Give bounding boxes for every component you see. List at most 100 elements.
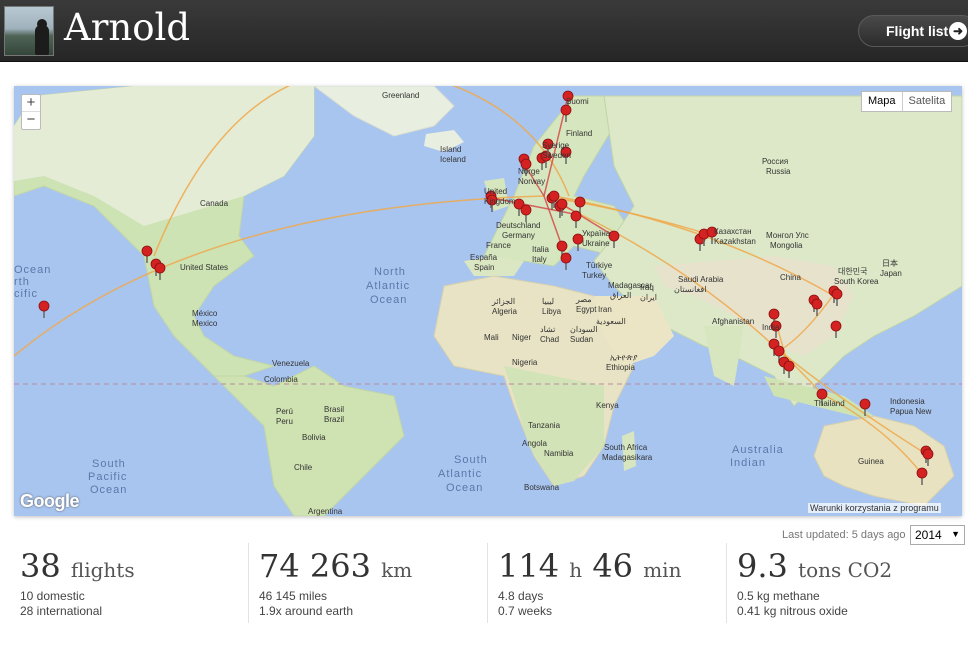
map-label: France	[486, 241, 511, 250]
arrow-right-icon: ➜	[949, 22, 967, 40]
distance-around-earth: 1.9x around earth	[259, 604, 354, 618]
co2-value: 9.3	[737, 547, 788, 585]
map-label: Colombia	[264, 375, 298, 384]
flight-list-button[interactable]: Flight list ➜	[858, 15, 968, 47]
map-label: ليبيا	[542, 297, 554, 306]
flight-map[interactable]: Greenland Island Iceland Suomi Finland Sverig…	[14, 86, 962, 516]
time-weeks: 0.7 weeks	[498, 604, 553, 618]
map-label: السودان	[570, 325, 598, 334]
time-minutes: 46	[592, 547, 634, 585]
map-label: Norway	[518, 177, 545, 186]
map-label: Greenland	[382, 91, 419, 100]
flights-international: 28 international	[20, 604, 103, 618]
co2-nitrous-oxide: 0.41 kg nitrous oxide	[737, 604, 848, 618]
map-label: Angola	[522, 439, 547, 448]
flights-domestic: 10 domestic	[20, 589, 85, 603]
flight-pin[interactable]	[38, 300, 50, 318]
map-label: Afghanistan	[712, 317, 754, 326]
map-label: Canada	[200, 199, 229, 208]
map-label: Island	[440, 145, 461, 154]
map-label: Nigeria	[512, 358, 538, 367]
map-label: México	[192, 309, 218, 318]
map-label: Türkiye	[586, 261, 613, 270]
header-bar: Arnold Flight list ➜	[0, 0, 968, 62]
map-label: Namibia	[544, 449, 574, 458]
map-label: Iraq	[640, 283, 654, 292]
map-canvas[interactable]: Greenland IslandIceland Suomi Finland Sverig…	[14, 86, 962, 516]
map-label: Spain	[474, 263, 494, 272]
map-label: Pacific	[88, 471, 127, 483]
map-label: Perú	[276, 407, 293, 416]
year-value: 2014	[915, 528, 942, 542]
map-label: Atlantic	[438, 468, 482, 480]
map-label: Ukraine	[582, 239, 610, 248]
map-label: Монгол Улс	[766, 231, 809, 240]
map-type-control: Mapa Satelita	[861, 91, 953, 112]
map-type-map-button[interactable]: Mapa	[862, 92, 903, 111]
zoom-in-button[interactable]: +	[22, 95, 40, 112]
time-hours-unit: h	[569, 558, 583, 582]
map-label: North	[374, 266, 406, 278]
map-label: Ocean	[370, 294, 407, 306]
map-label: Mexico	[192, 319, 218, 328]
map-label: España	[470, 253, 498, 262]
map-label: Australia	[732, 444, 784, 456]
map-label: Italia	[532, 245, 549, 254]
map-label: Libya	[542, 307, 562, 316]
map-label: Chad	[540, 335, 559, 344]
stats-panel: 38 flights 10 domestic 28 international …	[10, 543, 968, 623]
map-label: Germany	[502, 231, 535, 240]
map-label: Botswana	[524, 483, 560, 492]
map-label: Казахстан	[714, 227, 752, 236]
time-days: 4.8 days	[498, 589, 544, 603]
distance-value: 74 263	[259, 547, 371, 585]
map-label: Russia	[766, 167, 791, 176]
year-select[interactable]: 2014 ▼	[910, 525, 965, 545]
google-logo: Google	[20, 491, 80, 511]
zoom-out-button[interactable]: −	[22, 112, 40, 129]
avatar[interactable]	[4, 6, 54, 56]
map-label: Egypt	[576, 305, 597, 314]
map-label: Brasil	[324, 405, 344, 414]
map-label: China	[780, 273, 801, 282]
map-label: Tanzania	[528, 421, 561, 430]
map-label: Venezuela	[272, 359, 310, 368]
map-label: Kenya	[596, 401, 619, 410]
map-label: South	[454, 454, 488, 466]
distance-unit: km	[381, 558, 413, 582]
map-label: Россия	[762, 157, 788, 166]
map-label: Iran	[598, 305, 612, 314]
map-label: السعودية	[596, 317, 626, 326]
map-label: Madagasikara	[602, 453, 653, 462]
map-label: Finland	[566, 129, 592, 138]
map-label: South	[92, 458, 126, 470]
map-label: Ocean	[14, 264, 51, 276]
flights-count: 38	[20, 547, 61, 585]
map-label: Mongolia	[770, 241, 803, 250]
zoom-control: + −	[21, 94, 41, 130]
map-label: العراق	[610, 291, 631, 300]
stat-distance: 74 263 km 46 145 miles 1.9x around earth	[249, 543, 488, 623]
stat-flights: 38 flights 10 domestic 28 international	[10, 543, 249, 623]
map-label: United States	[180, 263, 228, 272]
map-label: South Korea	[834, 277, 879, 286]
terms-link[interactable]: Warunki korzystania z programu	[808, 503, 941, 513]
map-label: تشاد	[540, 325, 555, 334]
map-type-satellite-button[interactable]: Satelita	[903, 92, 952, 111]
co2-unit: tons CO2	[798, 558, 893, 582]
flight-pin[interactable]	[560, 252, 572, 270]
map-label: Iceland	[440, 155, 466, 164]
map-label: Bolivia	[302, 433, 326, 442]
time-hours: 114	[498, 547, 560, 585]
app: Arnold Flight list ➜ Greenland Island Ic…	[0, 0, 968, 650]
map-label: Ocean	[446, 482, 483, 494]
map-label: Japan	[880, 269, 902, 278]
map-label: ایران	[640, 293, 657, 302]
map-label: Argentina	[308, 507, 343, 516]
map-label: Ethiopia	[606, 363, 635, 372]
map-label: 日本	[882, 258, 898, 268]
map-label: Papua New	[890, 407, 932, 416]
map-label: ኢትዮጵያ	[610, 353, 638, 362]
chevron-down-icon: ▼	[951, 529, 960, 539]
map-label: Sverige	[542, 141, 570, 150]
